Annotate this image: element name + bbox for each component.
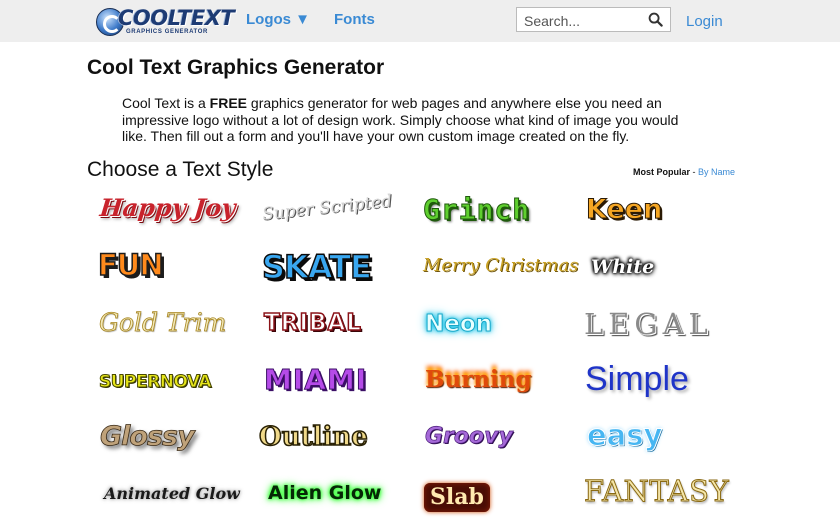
style-fun[interactable]: FUN bbox=[97, 250, 164, 281]
cooltext-logo[interactable]: COOLTEXT GRAPHICS GENERATOR bbox=[96, 5, 235, 36]
style-easy[interactable]: easy bbox=[586, 420, 662, 450]
style-skate[interactable]: SKATE bbox=[261, 250, 372, 284]
style-burning[interactable]: Burning bbox=[425, 368, 532, 391]
style-supernova[interactable]: SUPERNOVA bbox=[98, 373, 212, 391]
style-merry-christmas[interactable]: Merry Christmas bbox=[423, 257, 578, 275]
logo-subtitle: GRAPHICS GENERATOR bbox=[126, 29, 208, 35]
style-simple[interactable]: Simple bbox=[585, 362, 689, 396]
nav-fonts-link[interactable]: Fonts bbox=[334, 11, 375, 28]
section-title: Choose a Text Style bbox=[87, 158, 274, 181]
style-animated-glow[interactable]: Animated Glow bbox=[104, 486, 240, 502]
style-gold-trim[interactable]: Gold Trim bbox=[99, 310, 227, 336]
style-glossy[interactable]: Glossy bbox=[100, 423, 196, 451]
sort-controls: Most Popular - By Name bbox=[633, 167, 735, 177]
style-miami[interactable]: MIAMI bbox=[263, 365, 367, 394]
style-legal[interactable]: LEGAL bbox=[584, 310, 713, 339]
search-box bbox=[516, 7, 671, 32]
style-super-scripted[interactable]: Super Scripted bbox=[261, 191, 393, 225]
page-title: Cool Text Graphics Generator bbox=[87, 56, 385, 79]
sort-most-popular: Most Popular bbox=[633, 167, 691, 177]
nav-logos-menu[interactable]: Logos ▼ bbox=[246, 11, 310, 28]
intro-text-start: Cool Text is a bbox=[122, 95, 210, 111]
style-outline[interactable]: Outline bbox=[258, 423, 368, 451]
intro-free-emphasis: FREE bbox=[209, 95, 248, 111]
intro-paragraph: Cool Text is a FREE graphics generator f… bbox=[122, 95, 702, 145]
style-white[interactable]: White bbox=[591, 258, 654, 277]
style-slab[interactable]: Slab bbox=[424, 483, 490, 512]
sort-by-name-link[interactable]: By Name bbox=[698, 167, 735, 177]
top-navigation-bar: COOLTEXT GRAPHICS GENERATOR Logos ▼ Font… bbox=[0, 0, 840, 42]
logo-wordmark: COOLTEXT bbox=[118, 6, 235, 30]
login-link[interactable]: Login bbox=[686, 13, 723, 30]
style-tribal[interactable]: TRIBAL bbox=[263, 311, 362, 336]
style-neon[interactable]: Neon bbox=[424, 312, 492, 336]
search-input[interactable] bbox=[522, 10, 646, 31]
style-grinch[interactable]: Grinch bbox=[422, 195, 530, 224]
style-happy-joy[interactable]: Happy Joy bbox=[99, 193, 237, 222]
style-groovy[interactable]: Groovy bbox=[425, 425, 514, 448]
style-keen[interactable]: Keen bbox=[585, 196, 662, 224]
style-fantasy[interactable]: FANTASY bbox=[583, 476, 729, 506]
style-alien-glow[interactable]: Alien Glow bbox=[268, 484, 381, 503]
search-icon[interactable] bbox=[648, 12, 663, 27]
sort-separator: - bbox=[690, 167, 699, 177]
